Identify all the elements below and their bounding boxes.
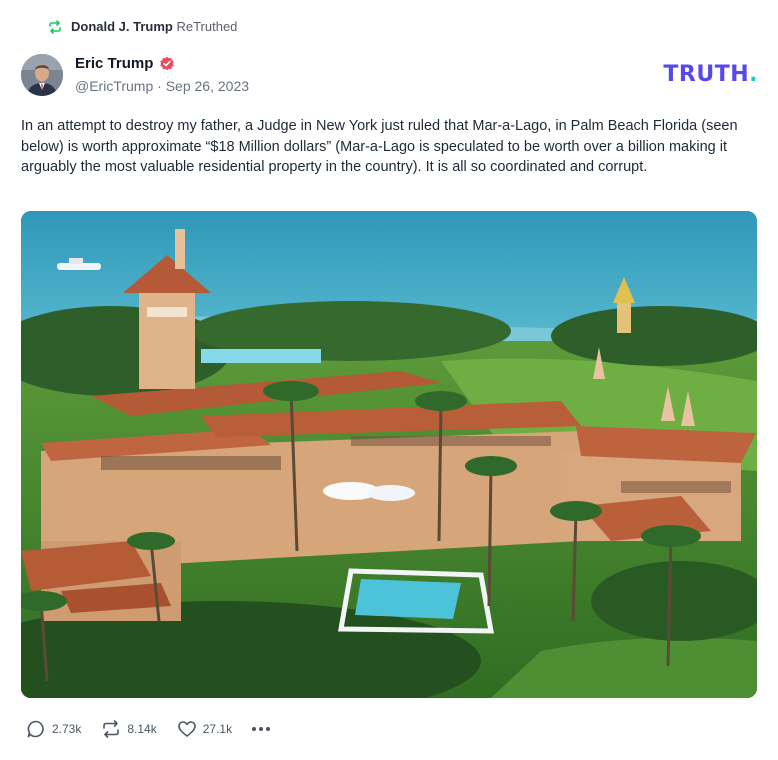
post-date[interactable]: Sep 26, 2023 (166, 78, 249, 94)
retruth-icon (48, 19, 62, 34)
reply-icon (26, 719, 46, 739)
verified-badge-icon (159, 56, 175, 72)
author-handle[interactable]: @EricTrump (75, 78, 153, 94)
heart-icon (177, 719, 197, 739)
post-body-text: In an attempt to destroy my father, a Ju… (21, 118, 738, 175)
reply-count: 2.73k (52, 722, 82, 736)
retruth-user-link[interactable]: Donald J. Trump (71, 19, 173, 34)
truth-logo-dot: . (749, 62, 758, 87)
truth-logo: TRUTH. (663, 62, 758, 87)
truth-logo-text: TRUTH (663, 62, 750, 87)
like-button[interactable]: 27.1k (177, 719, 232, 739)
retruth-button[interactable]: 8.14k (101, 719, 157, 739)
more-options-button[interactable] (252, 725, 271, 733)
more-dot (252, 727, 257, 731)
reply-button[interactable]: 2.73k (26, 719, 81, 739)
post-image[interactable] (21, 211, 757, 698)
retruth-count: 8.14k (127, 722, 157, 736)
author-block: Eric Trump @EricTrump · Sep 26, 2023 (75, 55, 249, 94)
more-dot (266, 727, 271, 731)
author-name[interactable]: Eric Trump (75, 55, 153, 72)
retruth-label: ReTruthed (176, 19, 238, 34)
retruth-action-icon (101, 719, 121, 739)
meta-separator: · (157, 78, 162, 94)
avatar[interactable] (21, 54, 63, 96)
truth-post: Donald J. Trump ReTruthed Eric Trump @Er… (0, 0, 778, 760)
retruth-header: Donald J. Trump ReTruthed (48, 19, 237, 34)
like-count: 27.1k (202, 722, 233, 736)
more-dot (259, 727, 264, 731)
post-actions: 2.73k 8.14k 27.1k (26, 719, 271, 739)
